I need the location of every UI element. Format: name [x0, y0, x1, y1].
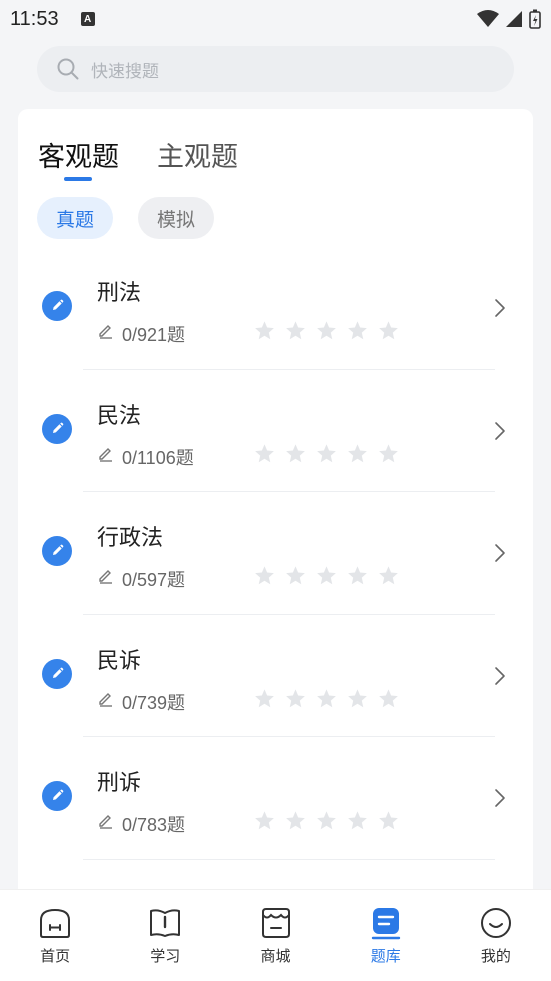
star-icon — [286, 566, 305, 585]
status-indicators — [477, 9, 541, 29]
nav-question-bank[interactable]: 题库 — [331, 890, 441, 981]
list-item[interactable]: 刑诉 0/783题 — [18, 737, 533, 860]
star-icon — [348, 566, 367, 585]
nav-label: 题库 — [370, 947, 401, 965]
nav-store[interactable]: 商城 — [220, 890, 330, 981]
nav-label: 学习 — [150, 947, 181, 965]
list-item[interactable]: 行政法 0/597题 — [18, 492, 533, 615]
home-icon — [40, 908, 71, 938]
subject-title: 行政法 — [97, 526, 164, 551]
star-icon — [317, 443, 336, 462]
search-icon — [57, 58, 79, 80]
chevron-right-icon — [495, 421, 505, 440]
edit-icon — [99, 447, 112, 462]
edit-icon — [99, 815, 112, 829]
difficulty-stars — [254, 443, 399, 464]
chevron-right-icon — [495, 666, 505, 685]
subject-list: 刑法 0/921题 民法 0/1106题 行政法 0/597题 民诉 0/739… — [18, 247, 533, 860]
subject-progress: 0/783题 — [122, 815, 186, 836]
chevron-right-icon — [495, 789, 505, 807]
status-time: 11:53 — [10, 7, 59, 30]
pencil-icon — [42, 781, 72, 811]
pencil-icon — [42, 536, 72, 566]
star-icon — [255, 811, 274, 830]
edit-icon — [99, 692, 112, 707]
nav-mine[interactable]: 我的 — [441, 890, 551, 981]
question-bank-card: 客观题 主观题 真题 模拟 刑法 0/921题 民法 0/1106题 行政法 0… — [18, 109, 533, 909]
wifi-icon — [477, 10, 499, 27]
star-icon — [286, 443, 305, 462]
tab-objective[interactable]: 客观题 — [38, 135, 119, 174]
star-icon — [379, 566, 398, 585]
nav-home[interactable]: 首页 — [0, 890, 110, 981]
star-icon — [379, 321, 398, 340]
filter-real-exam[interactable]: 真题 — [37, 197, 113, 239]
star-icon — [286, 811, 305, 830]
star-icon — [379, 811, 398, 830]
star-icon — [379, 443, 398, 462]
notification-a-icon: A — [80, 12, 95, 26]
list-item[interactable]: 民诉 0/739题 — [18, 615, 533, 737]
nav-study[interactable]: 学习 — [110, 890, 220, 981]
list-item[interactable]: 刑法 0/921题 — [18, 247, 533, 370]
nav-label: 商城 — [260, 947, 291, 965]
subject-progress: 0/921题 — [122, 325, 186, 346]
star-icon — [317, 321, 336, 340]
divider — [83, 858, 495, 860]
tab-active-indicator — [64, 177, 92, 181]
tab-subjective[interactable]: 主观题 — [157, 135, 238, 174]
edit-icon — [99, 570, 112, 584]
star-icon — [348, 321, 367, 340]
star-icon — [255, 566, 274, 585]
question-bank-icon — [371, 908, 400, 940]
star-icon — [255, 688, 274, 707]
subject-title: 民诉 — [97, 648, 142, 674]
chevron-right-icon — [495, 544, 505, 562]
difficulty-stars — [254, 565, 399, 586]
subject-title: 刑法 — [97, 281, 142, 306]
star-icon — [317, 688, 336, 707]
star-icon — [286, 688, 305, 707]
difficulty-stars — [254, 688, 399, 709]
pencil-icon — [42, 658, 72, 689]
star-icon — [348, 443, 367, 462]
star-icon — [286, 321, 305, 340]
smile-icon — [480, 908, 511, 938]
chevron-right-icon — [495, 299, 505, 317]
difficulty-stars — [254, 320, 399, 341]
status-bar: 11:53 A — [0, 0, 551, 38]
search-input[interactable]: 快速搜题 — [37, 46, 514, 92]
pencil-icon — [42, 413, 72, 444]
star-icon — [317, 566, 336, 585]
battery-icon — [529, 9, 541, 29]
star-icon — [255, 443, 274, 462]
book-icon — [150, 909, 181, 937]
subject-title: 民法 — [97, 403, 142, 429]
star-icon — [317, 811, 336, 830]
nav-label: 我的 — [480, 947, 511, 965]
nav-label: 首页 — [40, 947, 71, 965]
star-icon — [348, 688, 367, 707]
star-icon — [348, 811, 367, 830]
store-icon — [261, 908, 290, 938]
subject-title: 刑诉 — [97, 771, 142, 796]
search-placeholder: 快速搜题 — [91, 61, 159, 82]
bottom-navigation: 首页 学习 商城 题库 我的 — [0, 889, 551, 981]
pencil-icon — [42, 291, 72, 321]
subject-progress: 0/739题 — [122, 692, 186, 714]
signal-icon — [506, 11, 522, 27]
edit-icon — [99, 325, 112, 339]
subject-progress: 0/1106题 — [122, 447, 194, 469]
difficulty-stars — [254, 810, 399, 831]
subject-progress: 0/597题 — [122, 570, 186, 591]
star-icon — [379, 688, 398, 707]
filter-mock[interactable]: 模拟 — [138, 197, 214, 239]
list-item[interactable]: 民法 0/1106题 — [18, 370, 533, 492]
star-icon — [255, 321, 274, 340]
